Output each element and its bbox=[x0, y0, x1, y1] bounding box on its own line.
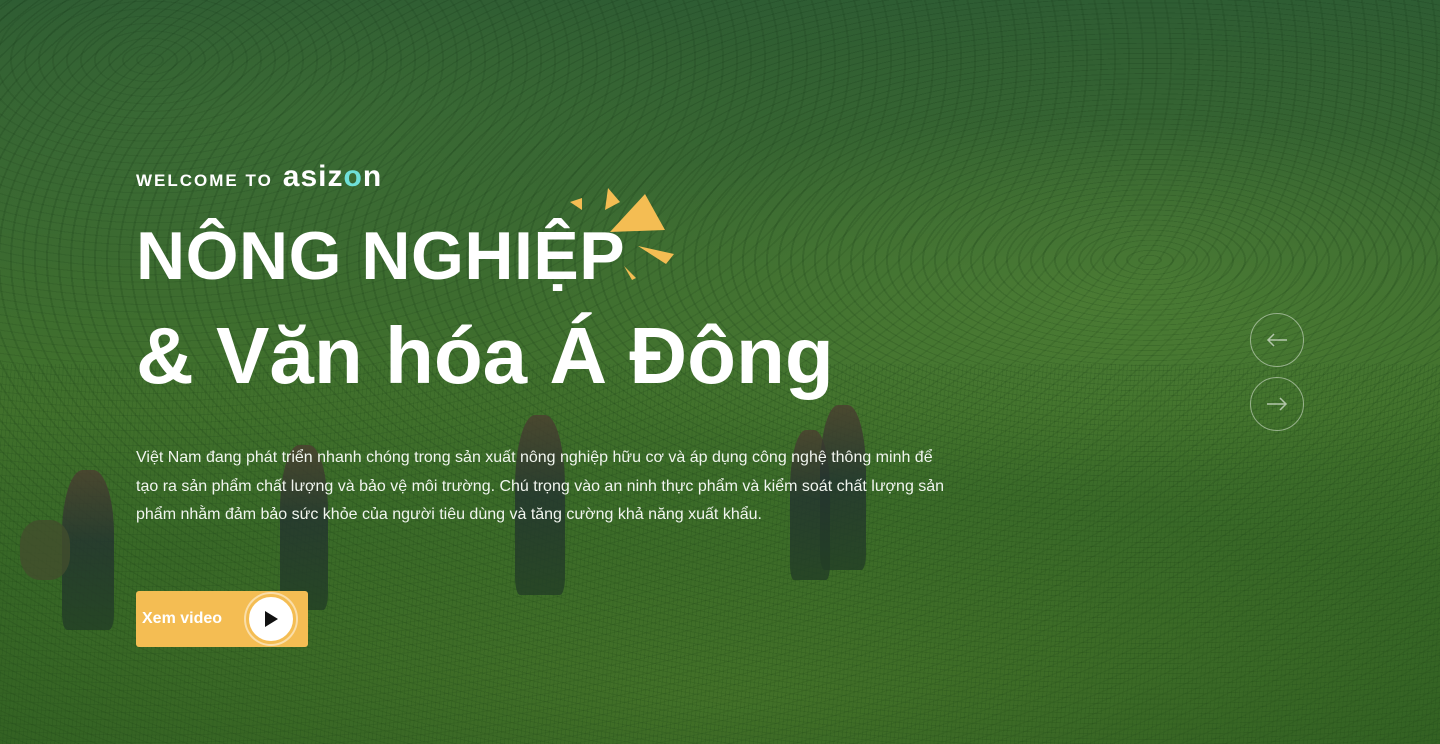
watch-video-button[interactable]: Xem video bbox=[136, 591, 308, 647]
arrow-left-icon bbox=[1266, 333, 1287, 347]
brand-suffix: n bbox=[362, 160, 383, 193]
hero-title-line1: NÔNG NGHIỆP bbox=[136, 218, 626, 294]
play-icon bbox=[265, 611, 278, 627]
welcome-line: WELCOME TO asizon bbox=[136, 160, 956, 194]
hero-content: WELCOME TO asizon NÔNG NGHIỆP & Văn hóa … bbox=[136, 160, 956, 546]
brand-o: o bbox=[343, 160, 363, 193]
welcome-text: WELCOME TO bbox=[136, 171, 273, 190]
hero-title-line2: & Văn hóa Á Đông bbox=[136, 311, 834, 400]
hero-section: WELCOME TO asizon NÔNG NGHIỆP & Văn hóa … bbox=[0, 0, 1440, 744]
arrow-right-icon bbox=[1267, 397, 1288, 411]
play-button-circle[interactable] bbox=[246, 594, 296, 644]
slider-next-button[interactable] bbox=[1250, 377, 1304, 431]
hero-description: Việt Nam đang phát triển nhanh chóng tro… bbox=[136, 449, 945, 523]
slider-prev-button[interactable] bbox=[1250, 313, 1304, 367]
watch-video-label: Xem video bbox=[142, 610, 223, 627]
brand-prefix: asiz bbox=[282, 160, 344, 193]
brand-logo: asizon bbox=[283, 160, 382, 194]
